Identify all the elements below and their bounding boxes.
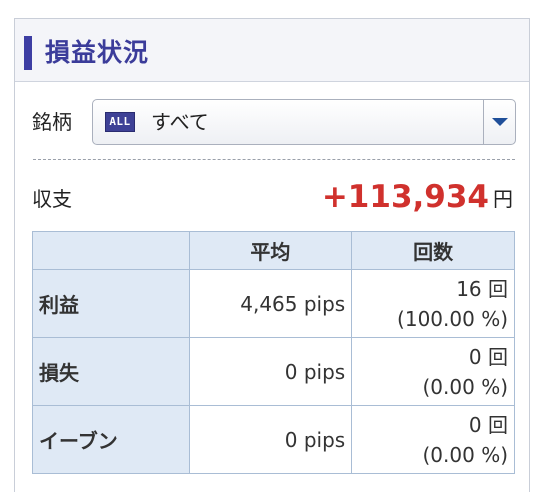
even-average: 0 pips [188, 405, 353, 474]
symbol-label: 銘柄 [32, 110, 72, 134]
table-header-row: 平均 回数 [32, 231, 515, 270]
divider [33, 159, 515, 160]
income-value: +113,934 [321, 179, 489, 215]
chevron-down-icon[interactable] [483, 100, 515, 144]
page-title: 損益状況 [45, 38, 150, 67]
header-count: 回数 [351, 231, 515, 270]
row-label-profit: 利益 [32, 269, 190, 338]
header-average: 平均 [188, 231, 353, 270]
symbol-select-value: すべて [151, 110, 209, 134]
even-percent: (0.00 %) [422, 442, 509, 467]
profit-count-cell: 16 回 (100.00 %) [351, 269, 515, 338]
header-blank [32, 231, 190, 270]
loss-count-cell: 0 回 (0.00 %) [351, 337, 515, 406]
table-row: 損失 0 pips 0 回 (0.00 %) [32, 337, 515, 406]
symbol-select[interactable]: ALL すべて [92, 99, 516, 145]
even-count-cell: 0 回 (0.00 %) [351, 405, 515, 474]
table-row: 利益 4,465 pips 16 回 (100.00 %) [32, 269, 515, 338]
table-row: イーブン 0 pips 0 回 (0.00 %) [32, 405, 515, 474]
even-count: 0 回 [468, 412, 508, 437]
loss-count: 0 回 [468, 344, 508, 369]
loss-percent: (0.00 %) [422, 374, 509, 399]
profit-percent: (100.00 %) [397, 306, 508, 331]
row-label-even: イーブン [32, 405, 190, 474]
profit-loss-panel: 損益状況 銘柄 ALL すべて 収支 +113,934 円 平均 回数 利益 4… [14, 18, 530, 492]
profit-count: 16 回 [456, 276, 508, 301]
all-icon: ALL [105, 112, 135, 132]
profit-average: 4,465 pips [188, 269, 353, 338]
income-unit: 円 [493, 187, 513, 211]
income-label: 収支 [32, 187, 72, 211]
stats-table: 平均 回数 利益 4,465 pips 16 回 (100.00 %) 損失 0… [32, 231, 515, 474]
row-label-loss: 損失 [32, 337, 190, 406]
header-accent-bar [24, 36, 32, 70]
loss-average: 0 pips [188, 337, 353, 406]
panel-header: 損益状況 [15, 19, 529, 82]
